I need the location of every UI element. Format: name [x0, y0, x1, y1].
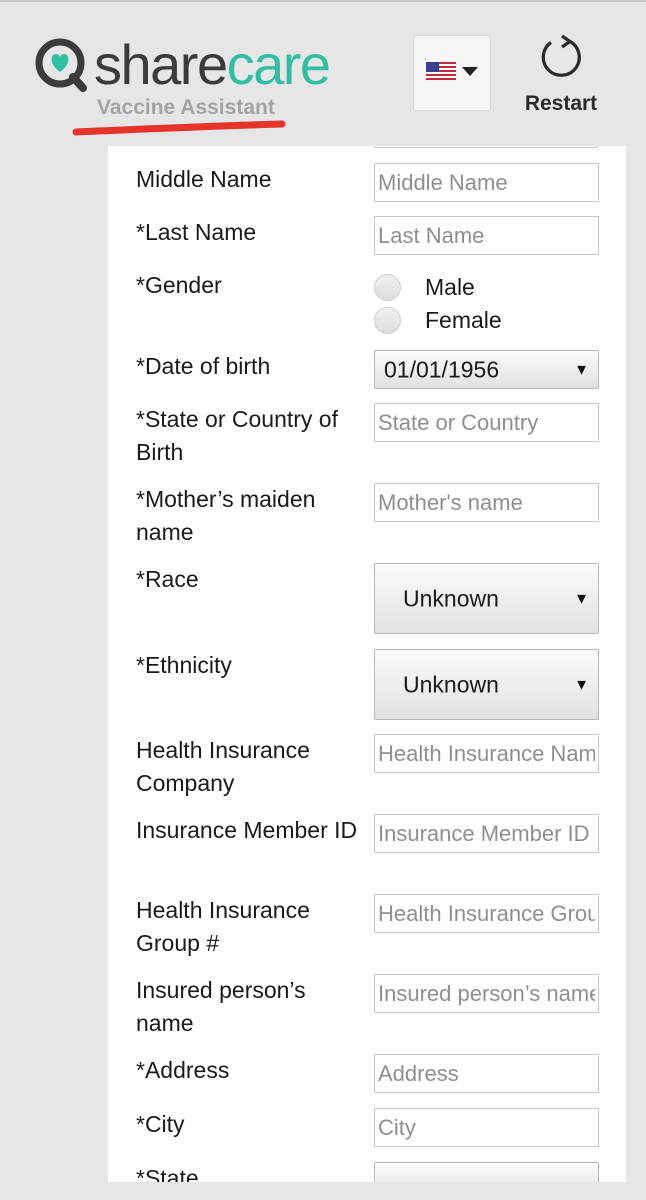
ethnicity-select[interactable]: Unknown ▼ [374, 649, 599, 720]
group-number-field[interactable] [374, 894, 599, 933]
state-select[interactable] [374, 1162, 599, 1182]
app-subtitle: Vaccine Assistant [97, 96, 275, 119]
member-id-label: Insurance Member ID [136, 817, 358, 843]
red-annotation-underline [72, 120, 286, 136]
us-flag-icon [426, 61, 456, 85]
patient-form: Middle Name *Last Name *Gender Male Fema… [108, 146, 626, 1182]
address-label: *Address [136, 1057, 230, 1083]
logo-text-share: share [94, 33, 228, 96]
top-border [0, 0, 646, 2]
dropdown-arrow-icon: ▼ [574, 361, 589, 378]
insured-name-label: Insured person’s name [136, 977, 306, 1036]
restart-label: Restart [524, 92, 598, 115]
male-radio[interactable] [374, 273, 401, 301]
female-radio[interactable] [374, 306, 401, 334]
middle-name-field[interactable] [374, 163, 599, 202]
city-field[interactable] [374, 1108, 599, 1147]
dropdown-arrow-icon: ▼ [574, 676, 589, 693]
dob-select[interactable]: 01/01/1956 ▼ [374, 350, 599, 389]
last-name-label: *Last Name [136, 219, 257, 245]
sharecare-logo[interactable]: sharecare [34, 34, 331, 96]
logo-text-care: care [226, 33, 331, 96]
gender-option-male[interactable]: Male [374, 272, 475, 302]
male-radio-label: Male [425, 273, 475, 300]
first-name-field[interactable] [374, 146, 598, 148]
city-label: *City [136, 1111, 185, 1137]
language-select-button[interactable] [413, 35, 491, 111]
insurance-company-field[interactable] [374, 734, 599, 773]
restart-button[interactable]: Restart [522, 34, 600, 116]
race-value: Unknown [403, 585, 499, 611]
restart-icon [538, 34, 584, 80]
dob-label: *Date of birth [136, 353, 271, 379]
logo-heart-icon [34, 36, 92, 94]
address-field[interactable] [374, 1054, 599, 1093]
chevron-down-icon [462, 64, 478, 82]
race-select[interactable]: Unknown ▼ [374, 563, 599, 634]
gender-option-female[interactable]: Female [374, 305, 502, 335]
group-number-label: Health Insurance Group # [136, 897, 310, 956]
dropdown-arrow-icon: ▼ [574, 590, 589, 607]
ethnicity-value: Unknown [403, 671, 499, 697]
state-label: *State [136, 1165, 199, 1182]
insurance-company-label: Health Insurance Company [136, 737, 310, 796]
race-label: *Race [136, 566, 199, 592]
middle-name-label: Middle Name [136, 166, 272, 192]
dob-value: 01/01/1956 [384, 356, 500, 382]
birth-place-field[interactable] [374, 403, 599, 442]
birth-place-label: *State or Country of Birth [136, 406, 338, 465]
gender-label: *Gender [136, 272, 222, 298]
member-id-field[interactable] [374, 814, 599, 853]
female-radio-label: Female [425, 306, 502, 333]
logo-wordmark: sharecare [94, 37, 331, 93]
mother-maiden-label: *Mother’s maiden name [136, 486, 316, 545]
mother-maiden-field[interactable] [374, 483, 599, 522]
insured-name-field[interactable] [374, 974, 599, 1013]
last-name-field[interactable] [374, 216, 599, 255]
ethnicity-label: *Ethnicity [136, 652, 232, 678]
